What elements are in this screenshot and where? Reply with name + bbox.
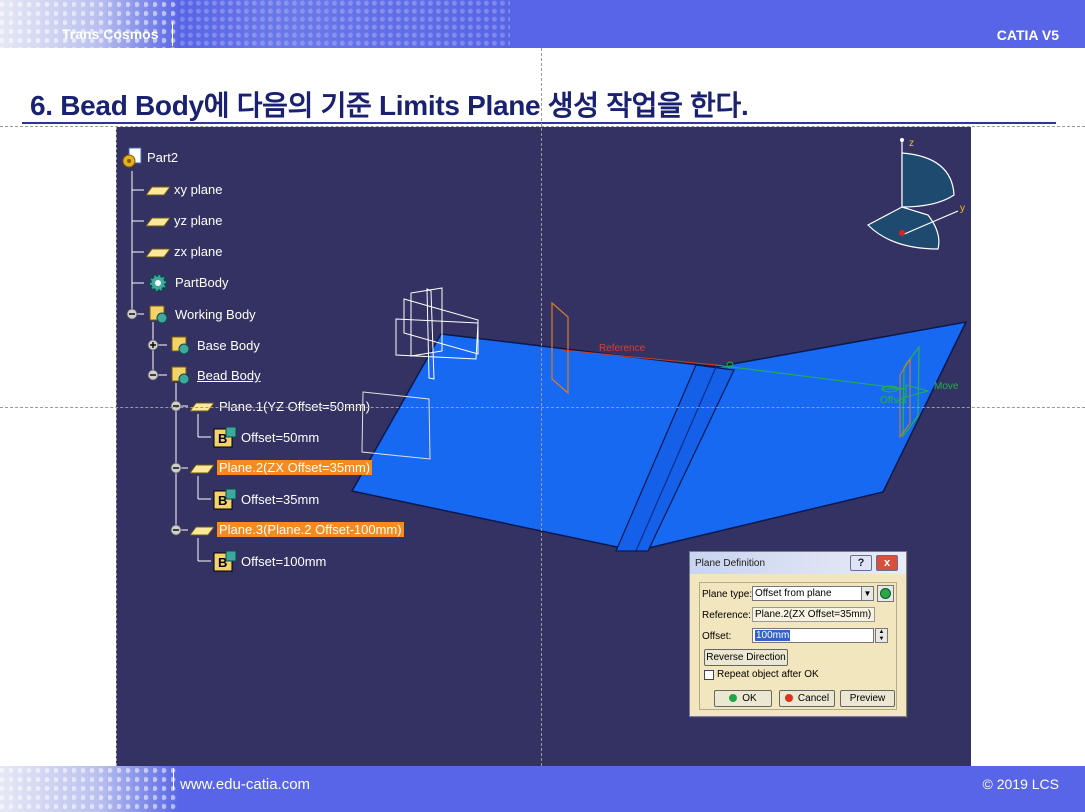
tree-item-offset-50[interactable]: B Offset=50mm <box>212 425 352 449</box>
tree-item-offset-35[interactable]: B Offset=35mm <box>212 487 352 511</box>
part-icon <box>122 147 142 168</box>
tree-label: Offset=50mm <box>241 430 320 445</box>
guide-line-horizontal-top <box>0 126 1085 127</box>
tree-item-bead-body[interactable]: Bead Body <box>168 364 288 386</box>
axis-z-label: z <box>909 138 914 149</box>
footer-url: www.edu-catia.com <box>180 776 311 793</box>
parameter-icon: B <box>212 425 238 454</box>
tree-item-working-body[interactable]: Working Body <box>146 303 286 325</box>
tree-item-yz-plane[interactable]: yz plane <box>145 212 266 233</box>
close-button[interactable]: x <box>876 555 898 571</box>
ok-icon <box>729 694 738 702</box>
tree-item-partbody[interactable]: PartBody <box>146 272 266 294</box>
footer-separator <box>173 768 174 790</box>
offset-label: Offset <box>880 395 907 406</box>
offset-value: 100mm <box>755 630 791 641</box>
page-title: 6. Bead Body에 다음의 기준 Limits Plane 생성 작업을… <box>30 90 749 121</box>
tree-label-part2: Part2 <box>147 150 179 165</box>
reference-label: Reference: <box>702 610 751 621</box>
header-product: CATIA V5 <box>996 27 1059 43</box>
tree-label: Base Body <box>197 338 260 353</box>
plane-icon <box>145 215 171 233</box>
tree-item-plane-2[interactable]: Plane.2(ZX Offset=35mm) <box>189 459 390 480</box>
help-button[interactable]: ? <box>850 555 872 571</box>
repeat-object-checkbox[interactable] <box>704 670 714 680</box>
plane-icon <box>189 462 215 480</box>
tree-label: Offset=100mm <box>241 554 327 569</box>
guide-line-vertical-left <box>116 127 117 766</box>
footer-band: www.edu-catia.com © 2019 LCS <box>0 766 1085 812</box>
parameter-icon: B <box>212 549 238 578</box>
reverse-direction-button[interactable]: Reverse Direction <box>704 649 788 666</box>
ok-button[interactable]: OK <box>714 690 772 707</box>
offset-label: Offset: <box>702 631 732 642</box>
guide-line-horizontal-mid <box>0 407 1085 408</box>
plane-icon <box>189 400 215 418</box>
preview-button[interactable]: Preview <box>840 690 895 707</box>
axis-y-label: y <box>960 203 965 214</box>
dialog-title: Plane Definition <box>695 558 766 569</box>
body-icon <box>168 334 192 361</box>
plane-type-options-icon[interactable] <box>877 585 894 602</box>
chevron-down-icon[interactable]: ▼ <box>861 587 873 600</box>
move-label: Move <box>934 381 959 392</box>
tree-label: Offset=35mm <box>241 492 320 507</box>
tree-label: zx plane <box>174 244 223 259</box>
tree-label: PartBody <box>175 275 229 290</box>
compass-icon <box>867 141 959 250</box>
tree-label: Working Body <box>175 307 256 322</box>
cancel-label: Cancel <box>797 693 830 704</box>
tree-label: Plane.3(Plane.2 Offset-100mm) <box>217 522 404 537</box>
tree-item-xy-plane[interactable]: xy plane <box>145 181 266 202</box>
header-separator <box>172 22 173 46</box>
dialog-titlebar[interactable]: Plane Definition ? x <box>690 552 906 574</box>
parameter-icon: B <box>212 487 238 516</box>
tree-label: Bead Body <box>197 368 261 383</box>
body-icon <box>168 364 192 391</box>
ok-label: OK <box>742 693 757 704</box>
plane-icon <box>189 524 215 542</box>
tree-label: yz plane <box>174 213 223 228</box>
tree-item-zx-plane[interactable]: zx plane <box>145 243 266 264</box>
plane-type-label: Plane type: <box>702 589 753 600</box>
plane-type-select[interactable]: Offset from plane ▼ <box>752 586 874 601</box>
reference-label: Reference <box>599 343 646 354</box>
tree-item-base-body[interactable]: Base Body <box>168 334 288 356</box>
tree-root[interactable]: Part2 <box>122 147 202 169</box>
offset-input[interactable]: 100mm <box>752 628 874 643</box>
body-icon <box>146 303 170 330</box>
offset-spinner[interactable]: ▲ ▼ <box>875 628 888 643</box>
tree-item-offset-100[interactable]: B Offset=100mm <box>212 549 372 573</box>
cancel-icon <box>784 694 793 702</box>
header-brand: Trans Cosmos <box>62 26 159 42</box>
cancel-button[interactable]: Cancel <box>779 690 835 707</box>
plane-type-value: Offset from plane <box>755 588 832 599</box>
tree-item-plane-3[interactable]: Plane.3(Plane.2 Offset-100mm) <box>189 521 430 542</box>
tree-label: Plane.2(ZX Offset=35mm) <box>217 460 373 475</box>
body-gear-icon <box>146 272 170 299</box>
tree-label: xy plane <box>174 182 223 197</box>
footer-copyright: © 2019 LCS <box>982 776 1059 792</box>
repeat-object-label: Repeat object after OK <box>717 669 819 680</box>
header-decoration-pattern <box>180 0 510 48</box>
plane-definition-dialog[interactable]: Plane Definition ? x Plane type: Offset … <box>689 551 907 717</box>
plane-icon <box>145 246 171 264</box>
reference-field[interactable]: Plane.2(ZX Offset=35mm) <box>752 607 875 622</box>
header-band: Trans Cosmos CATIA V5 <box>0 0 1085 48</box>
title-underline <box>22 122 1056 124</box>
plane-icon <box>145 184 171 202</box>
footer-decoration <box>0 766 180 812</box>
